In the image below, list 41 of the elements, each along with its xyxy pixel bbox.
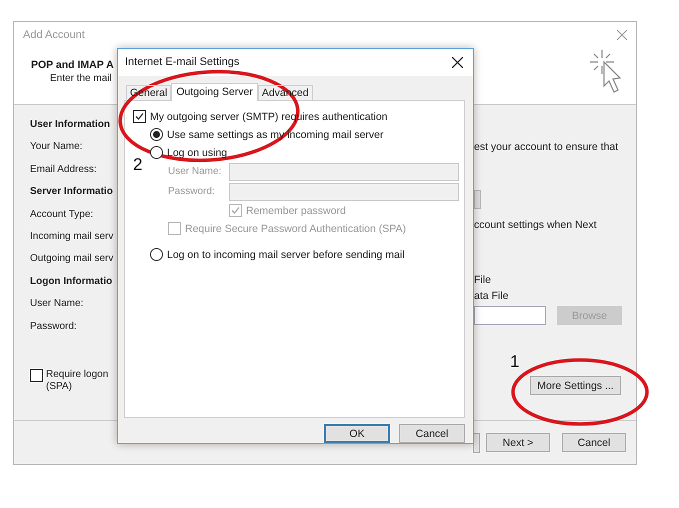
step-number: 1 bbox=[510, 352, 520, 372]
section-heading: User Information bbox=[30, 119, 112, 132]
radio-button[interactable] bbox=[150, 128, 163, 142]
step-number: 2 bbox=[133, 155, 142, 175]
checkbox-label: Require logon (SPA) bbox=[46, 368, 108, 393]
tab[interactable]: Outgoing Server bbox=[171, 82, 258, 101]
instruction-text: ccount settings when Next bbox=[474, 219, 597, 231]
close-icon[interactable] bbox=[452, 56, 463, 68]
page-subheading: Enter the mail bbox=[49, 73, 113, 84]
cancel-button[interactable]: Cancel bbox=[562, 433, 626, 452]
field-label: Account Type: bbox=[30, 208, 94, 222]
radio-button[interactable] bbox=[150, 248, 163, 262]
option-label: File bbox=[474, 274, 491, 286]
checkbox[interactable] bbox=[30, 368, 43, 382]
field-label: Password: bbox=[30, 320, 78, 334]
cursor-sparkle-icon bbox=[590, 48, 624, 96]
dialog-title: Internet E-mail Settings bbox=[125, 56, 240, 68]
cancel-button[interactable]: Cancel bbox=[399, 424, 465, 443]
section-heading: Logon Informatio bbox=[30, 276, 114, 289]
option-label: ata File bbox=[474, 290, 508, 302]
radio-button[interactable] bbox=[150, 146, 163, 160]
field-label: Email Address: bbox=[30, 164, 98, 177]
section-heading: Server Informatio bbox=[30, 186, 114, 200]
radio-label: Log on to incoming mail server before sending mail bbox=[167, 248, 405, 261]
page-heading: POP and IMAP A bbox=[31, 59, 114, 71]
field-label: Incoming mail serv bbox=[30, 230, 114, 244]
field-label: User Name: bbox=[168, 166, 222, 178]
field-label: User Name: bbox=[30, 298, 84, 312]
field-label: Your Name: bbox=[30, 141, 84, 154]
radio-label: Log on using bbox=[167, 146, 228, 159]
field-label: Outgoing mail serv bbox=[30, 253, 114, 266]
file-path-field[interactable] bbox=[474, 306, 546, 325]
ok-button[interactable]: OK bbox=[324, 424, 390, 443]
checkbox-label: Require Secure Password Authentication (SPA) bbox=[185, 222, 406, 235]
window-title: Add Account bbox=[23, 29, 85, 41]
instruction-text: est your account to ensure that bbox=[474, 141, 618, 153]
next-button[interactable]: Next > bbox=[486, 433, 550, 452]
more-settings-button[interactable]: More Settings ... bbox=[530, 376, 621, 395]
field-label: Password: bbox=[168, 186, 216, 198]
checkbox[interactable] bbox=[133, 110, 146, 124]
checkbox-label: Remember password bbox=[246, 204, 346, 217]
